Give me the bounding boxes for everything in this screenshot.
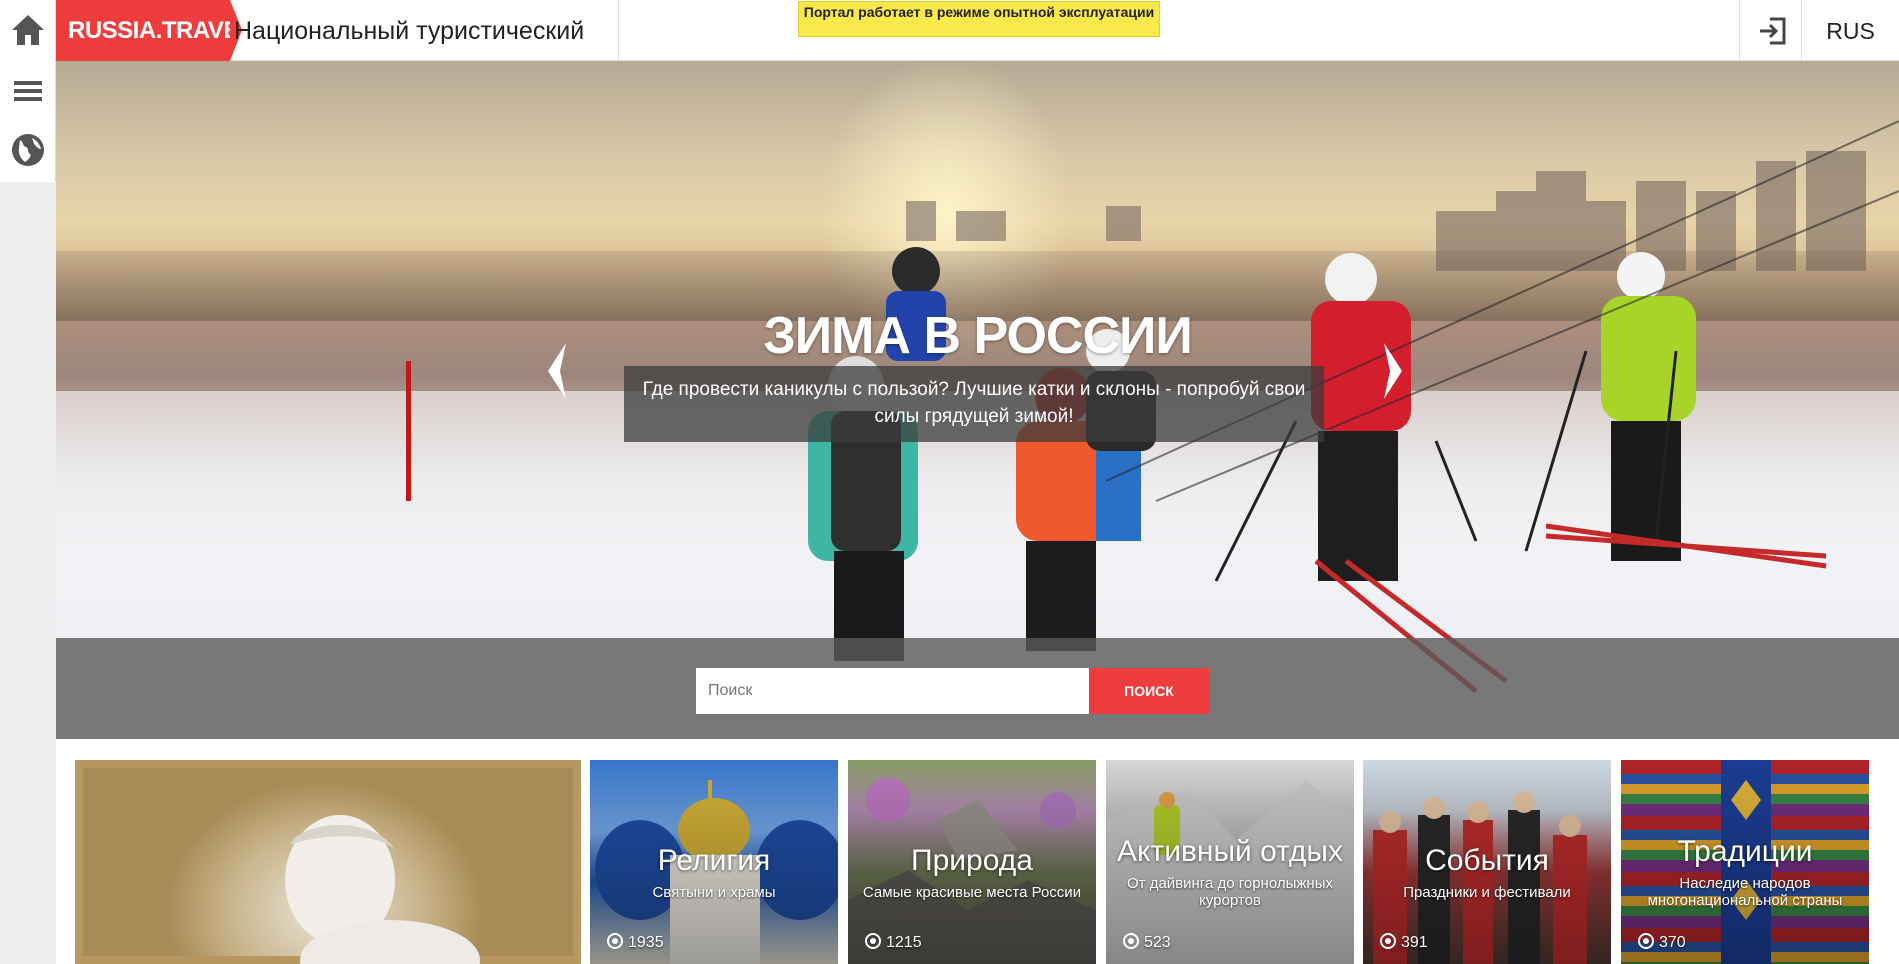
chevron-right-icon [1384, 343, 1402, 399]
menu-button[interactable] [0, 60, 56, 120]
login-button[interactable] [1739, 0, 1801, 61]
top-bar: RUSSIA.TRAVEL Национальный туристический… [56, 0, 1899, 107]
tile-description: От дайвинга до горнолыжных курортов [1127, 875, 1333, 909]
tile-religion[interactable]: Религия Святыни и храмы 1935 [590, 760, 838, 964]
tile-description: Праздники и фестивали [1403, 884, 1571, 901]
search-input[interactable] [696, 668, 1089, 714]
tile-traditions[interactable]: Традиции Наследие народов многонациональ… [1621, 760, 1869, 964]
tile-views: 523 [1122, 932, 1171, 952]
hero-title: ЗИМА В РОССИИ [763, 307, 1193, 365]
tile-views: 391 [1379, 932, 1428, 952]
tile-views: 1215 [864, 932, 922, 952]
tile-title: Традиции [1677, 835, 1813, 868]
left-sidebar [0, 0, 56, 182]
eye-icon [1123, 933, 1139, 949]
tile-views-count: 370 [1659, 934, 1686, 951]
site-logo[interactable]: RUSSIA.TRAVEL [56, 0, 254, 61]
eye-icon [865, 933, 881, 949]
tile-views-count: 1935 [628, 934, 664, 951]
login-icon [1760, 17, 1786, 45]
tile-events[interactable]: События Праздники и фестивали 391 [1363, 760, 1611, 964]
tile-title: События [1425, 844, 1549, 877]
tile-views: 370 [1637, 932, 1686, 952]
tile-title: Активный отдых [1117, 835, 1343, 868]
tile-views-count: 391 [1401, 934, 1428, 951]
globe-icon [12, 134, 44, 166]
tile-nature[interactable]: Природа Самые красивые места России 1215 [848, 760, 1096, 964]
tile-featured[interactable] [75, 760, 581, 964]
language-switcher[interactable]: RUS [1801, 0, 1899, 61]
tile-description: Самые красивые места России [862, 884, 1082, 901]
tile-description: Святыни и храмы [652, 884, 776, 901]
home-icon [12, 15, 44, 45]
globe-button[interactable] [0, 120, 56, 180]
hero-subtitle: Где провести каникулы с пользой? Лучшие … [624, 366, 1324, 442]
home-button[interactable] [0, 0, 56, 60]
statue-illustration [75, 760, 581, 964]
eye-icon [607, 933, 623, 949]
category-tiles: Религия Святыни и храмы 1935 Природа Сам… [56, 739, 1899, 964]
slider-next-button[interactable] [1378, 341, 1408, 401]
hero-slider: ЗИМА В РОССИИ Где провести каникулы с по… [56, 61, 1899, 739]
portal-title-dropdown[interactable]: Национальный туристический портал [234, 0, 619, 107]
search-band: ПОИСК [56, 638, 1899, 739]
search-button[interactable]: ПОИСК [1089, 668, 1209, 714]
tile-views-count: 1215 [886, 934, 922, 951]
tile-views-count: 523 [1144, 934, 1171, 951]
tile-title: Природа [911, 844, 1033, 877]
eye-icon [1380, 933, 1396, 949]
tile-views: 1935 [606, 932, 664, 952]
beta-notice: Портал работает в режиме опытной эксплуа… [798, 1, 1160, 37]
chevron-left-icon [548, 343, 566, 399]
tile-description: Наследие народов многонациональной стран… [1647, 875, 1843, 909]
tile-title: Религия [657, 844, 771, 877]
tile-active-rest[interactable]: Активный отдых От дайвинга до горнолыжны… [1106, 760, 1354, 964]
menu-icon [14, 81, 42, 101]
slider-prev-button[interactable] [542, 341, 572, 401]
eye-icon [1638, 933, 1654, 949]
